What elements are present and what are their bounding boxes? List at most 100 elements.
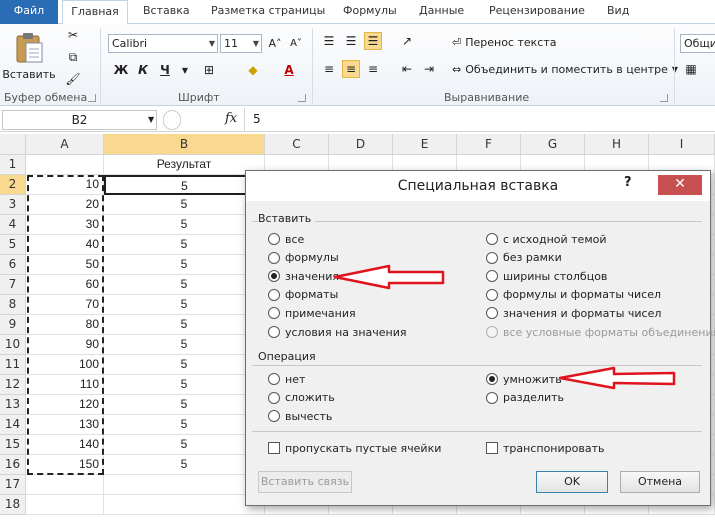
column-header-d[interactable]: D (329, 134, 393, 155)
column-header-h[interactable]: H (585, 134, 649, 155)
radio-option[interactable]: ширины столбцов (486, 268, 607, 284)
row-header-1[interactable]: 1 (0, 155, 26, 175)
cell-a17[interactable] (26, 475, 104, 495)
increase-indent-icon[interactable]: ⇥ (420, 60, 438, 78)
skip-blanks-checkbox[interactable]: пропускать пустые ячейки (268, 440, 441, 456)
align-center-icon[interactable]: ≡ (342, 60, 360, 78)
tab-insert[interactable]: Вставка (143, 0, 190, 24)
help-icon[interactable]: ? (624, 175, 632, 190)
grow-font-icon[interactable]: A˄ (266, 34, 284, 52)
cell-b3[interactable]: 5 (104, 195, 265, 215)
tab-home[interactable]: Главная (62, 0, 128, 25)
font-name-combo[interactable]: Calibri ▼ (108, 34, 218, 53)
cell-b7[interactable]: 5 (104, 275, 265, 295)
alignment-launcher-icon[interactable] (660, 94, 668, 102)
row-header-7[interactable]: 7 (0, 275, 26, 295)
formula-input[interactable]: 5 (253, 112, 261, 126)
formula-bar-resize-icon[interactable] (163, 110, 181, 130)
tab-data[interactable]: Данные (419, 0, 464, 24)
wrap-text-button[interactable]: ⏎ Перенос текста (452, 33, 557, 51)
select-all-corner[interactable] (0, 134, 26, 155)
cancel-button[interactable]: Отмена (620, 471, 700, 493)
paste-button[interactable]: Вставить (2, 26, 56, 86)
fx-icon[interactable]: fx (225, 111, 237, 126)
tab-page-layout[interactable]: Разметка страницы (211, 0, 325, 24)
fill-color-icon[interactable]: ◆ (244, 61, 262, 79)
align-left-icon[interactable]: ≡ (320, 60, 338, 78)
radio-option[interactable]: формулы и форматы чисел (486, 287, 661, 303)
radio-option[interactable]: значения и форматы чисел (486, 305, 661, 321)
copy-icon[interactable]: ⧉ (64, 48, 82, 66)
cell-b18[interactable] (104, 495, 265, 515)
chevron-down-icon[interactable]: ▼ (176, 61, 194, 79)
align-right-icon[interactable]: ≡ (364, 60, 382, 78)
row-header-11[interactable]: 11 (0, 355, 26, 375)
align-bottom-icon[interactable]: ☰ (364, 32, 382, 50)
row-header-18[interactable]: 18 (0, 495, 26, 515)
shrink-font-icon[interactable]: A˅ (287, 34, 305, 52)
radio-option[interactable]: умножить (486, 371, 562, 387)
cell-b10[interactable]: 5 (104, 335, 265, 355)
format-painter-icon[interactable]: 🖌 (64, 70, 82, 88)
tab-formulas[interactable]: Формулы (343, 0, 397, 24)
font-launcher-icon[interactable] (298, 94, 306, 102)
column-header-g[interactable]: G (521, 134, 585, 155)
cell-b1[interactable]: Результат (104, 155, 265, 175)
radio-option[interactable]: формулы (268, 250, 339, 266)
row-header-3[interactable]: 3 (0, 195, 26, 215)
cut-icon[interactable]: ✂ (64, 26, 82, 44)
row-header-4[interactable]: 4 (0, 215, 26, 235)
borders-icon[interactable]: ⊞ (200, 61, 218, 79)
row-header-6[interactable]: 6 (0, 255, 26, 275)
row-header-12[interactable]: 12 (0, 375, 26, 395)
cell-b14[interactable]: 5 (104, 415, 265, 435)
cell-b6[interactable]: 5 (104, 255, 265, 275)
row-header-17[interactable]: 17 (0, 475, 26, 495)
radio-option[interactable]: нет (268, 371, 305, 387)
column-header-e[interactable]: E (393, 134, 457, 155)
cell-b8[interactable]: 5 (104, 295, 265, 315)
cell-b9[interactable]: 5 (104, 315, 265, 335)
column-header-i[interactable]: I (649, 134, 715, 155)
cell-b5[interactable]: 5 (104, 235, 265, 255)
row-header-8[interactable]: 8 (0, 295, 26, 315)
cell-b11[interactable]: 5 (104, 355, 265, 375)
tab-review[interactable]: Рецензирование (489, 0, 585, 24)
ok-button[interactable]: OK (536, 471, 608, 493)
number-format-combo[interactable]: Общий (680, 34, 715, 53)
decrease-indent-icon[interactable]: ⇤ (398, 60, 416, 78)
row-header-2[interactable]: 2 (0, 175, 26, 195)
cell-b2[interactable]: 5 (104, 175, 265, 195)
currency-format-icon[interactable]: ▦ (682, 60, 700, 78)
tab-file[interactable]: Файл (0, 0, 58, 24)
radio-option[interactable]: форматы (268, 287, 338, 303)
radio-option[interactable]: все (268, 231, 304, 247)
name-box[interactable]: B2 (2, 110, 157, 130)
chevron-down-icon[interactable]: ▼ (148, 115, 154, 124)
font-color-icon[interactable]: A (280, 61, 298, 79)
underline-button[interactable]: Ч (156, 61, 174, 79)
radio-option[interactable]: примечания (268, 305, 356, 321)
radio-option[interactable]: разделить (486, 390, 564, 406)
radio-option[interactable]: с исходной темой (486, 231, 607, 247)
cell-b15[interactable]: 5 (104, 435, 265, 455)
cell-b13[interactable]: 5 (104, 395, 265, 415)
italic-button[interactable]: К (134, 61, 152, 79)
tab-view[interactable]: Вид (607, 0, 629, 24)
clipboard-launcher-icon[interactable] (88, 94, 96, 102)
paste-link-button[interactable]: Вставить связь (258, 471, 352, 493)
row-header-14[interactable]: 14 (0, 415, 26, 435)
bold-button[interactable]: Ж (112, 61, 130, 79)
align-middle-icon[interactable]: ☰ (342, 32, 360, 50)
column-header-f[interactable]: F (457, 134, 521, 155)
cell-a18[interactable] (26, 495, 104, 515)
cell-b16[interactable]: 5 (104, 455, 265, 475)
row-header-5[interactable]: 5 (0, 235, 26, 255)
column-header-c[interactable]: C (265, 134, 329, 155)
radio-option[interactable]: значения (268, 268, 339, 284)
transpose-checkbox[interactable]: транспонировать (486, 440, 604, 456)
radio-option[interactable]: условия на значения (268, 324, 407, 340)
row-header-13[interactable]: 13 (0, 395, 26, 415)
column-header-a[interactable]: A (26, 134, 104, 155)
row-header-16[interactable]: 16 (0, 455, 26, 475)
